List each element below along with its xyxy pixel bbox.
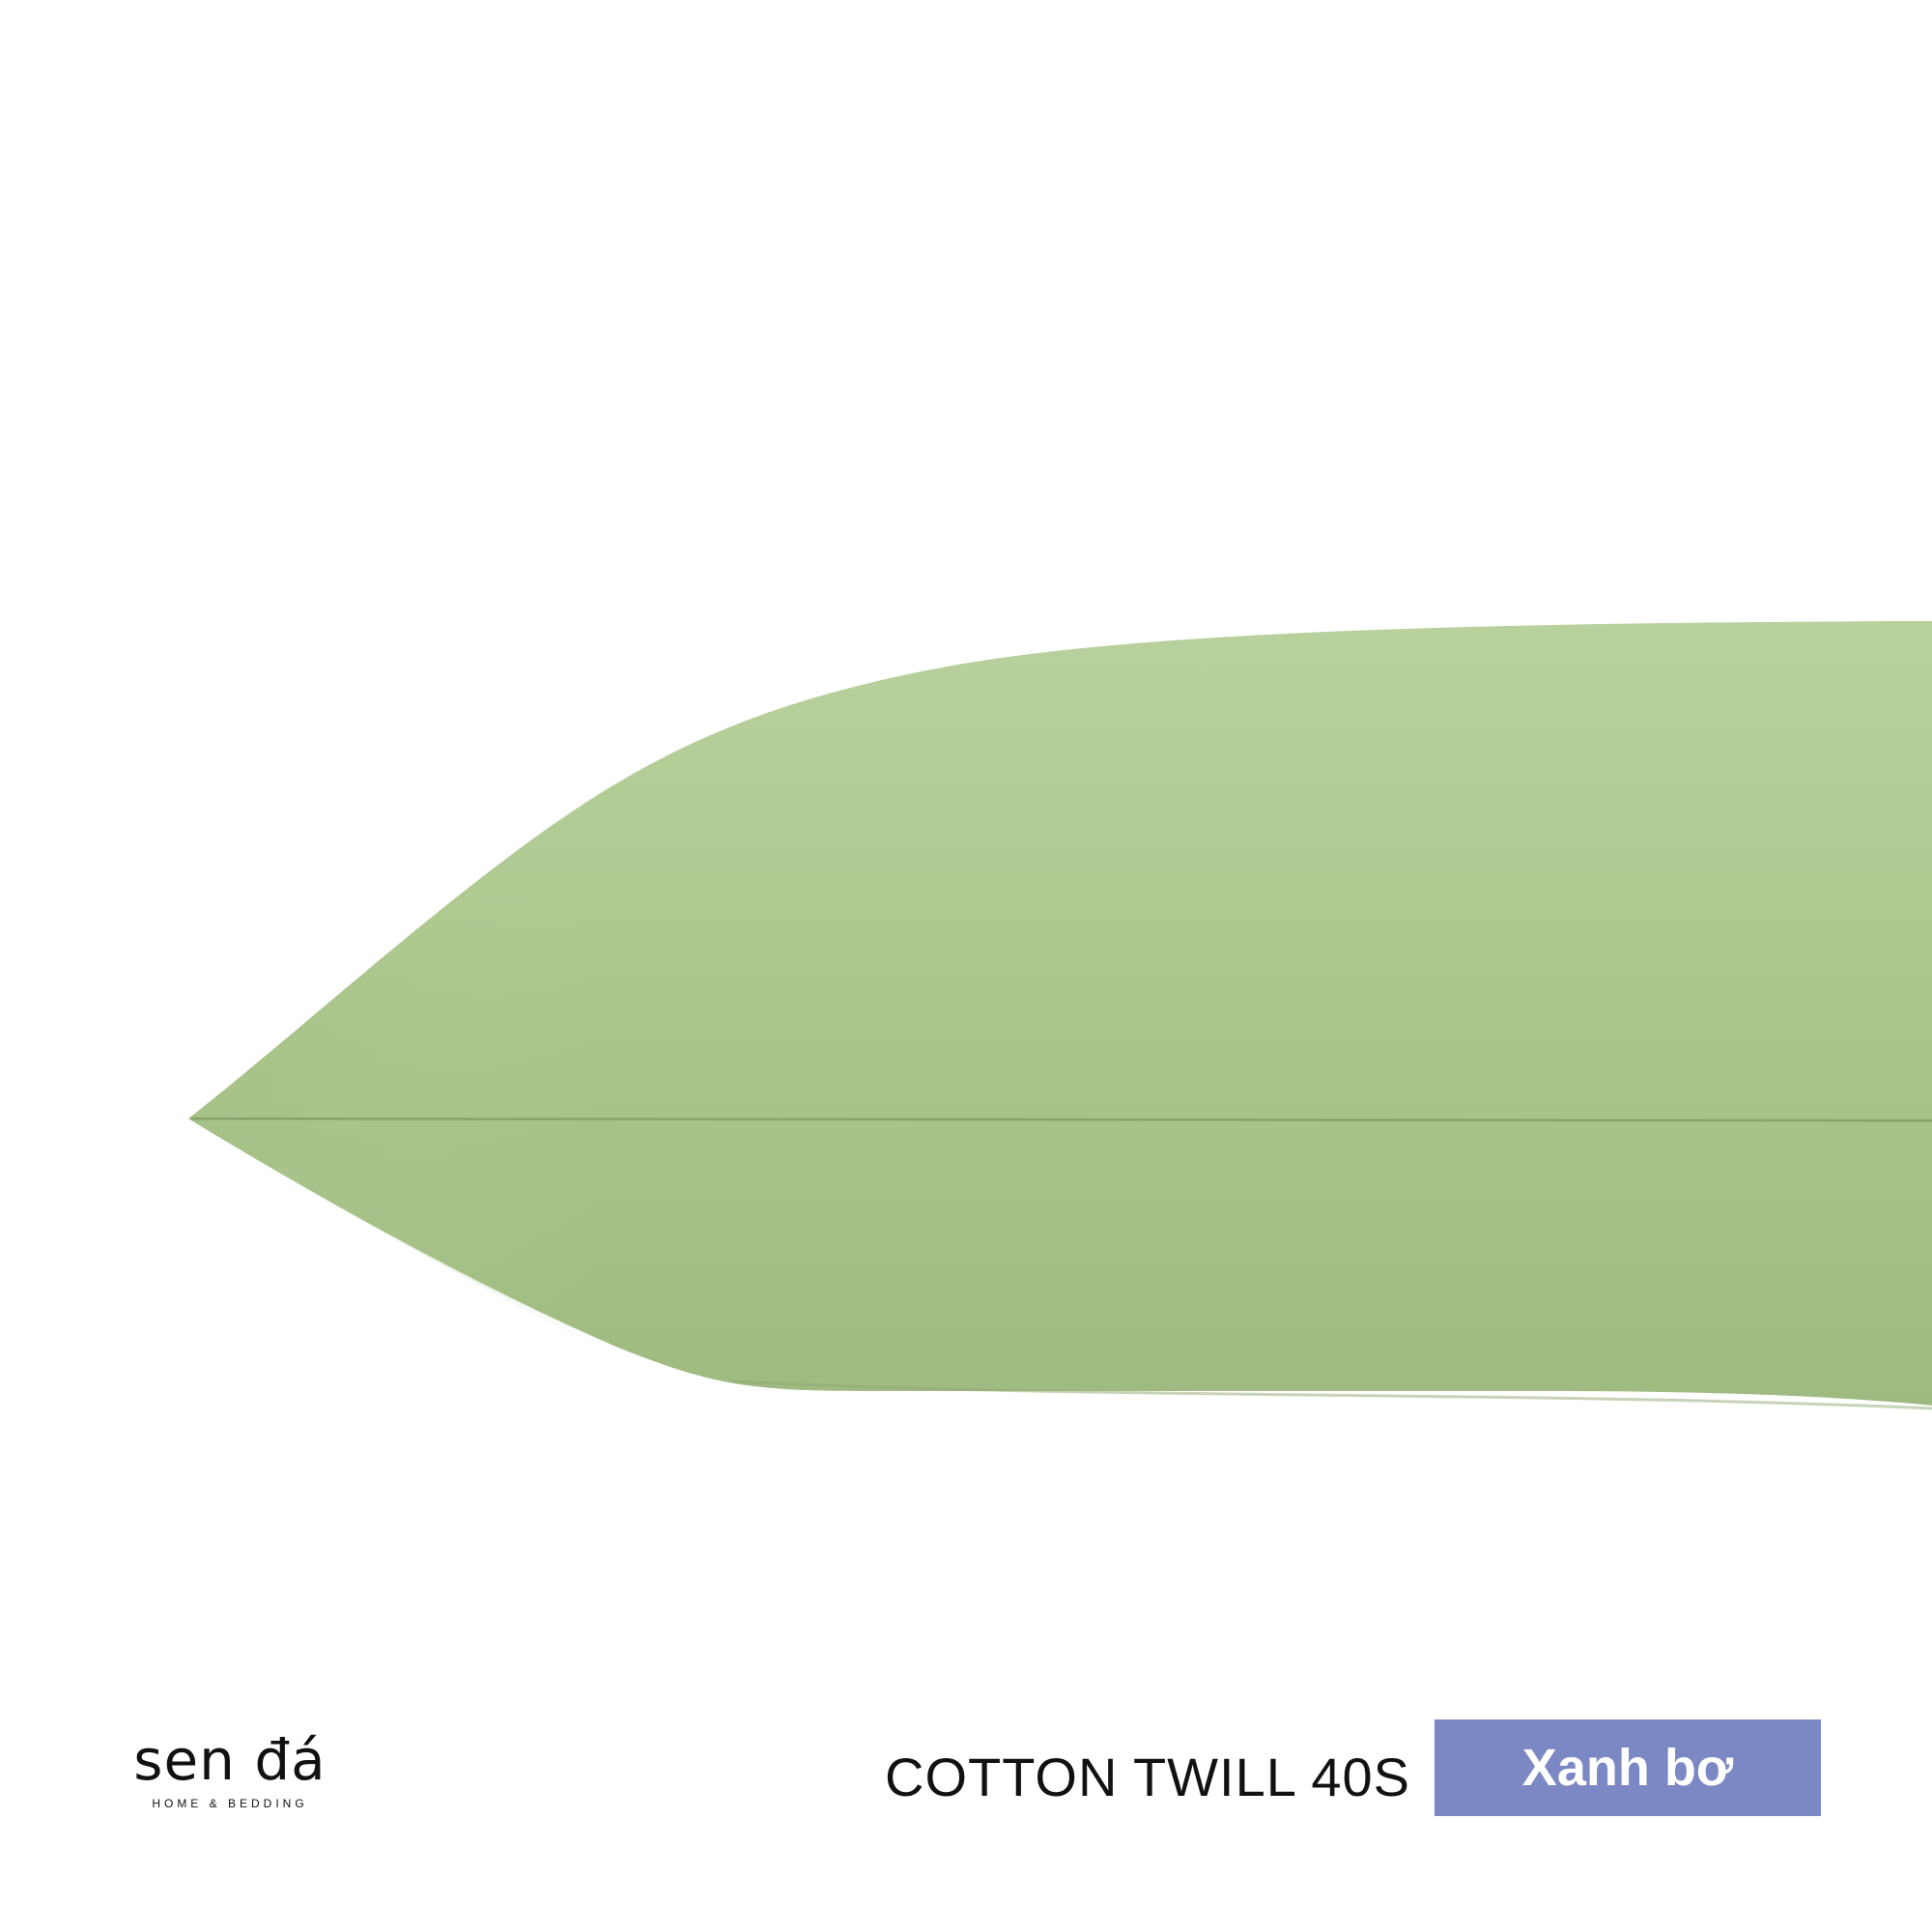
pillow-image [188, 621, 1932, 1410]
brand-tagline: HOME & BEDDING [152, 1797, 308, 1810]
color-badge: Xanh bơ [1435, 1719, 1821, 1816]
product-line-label: COTTON TWILL 40S [885, 1747, 1410, 1807]
product-image: sen đá HOME & BEDDING COTTON TWILL 40S X… [0, 0, 1932, 1932]
pillow-tip-shade [188, 794, 599, 1348]
brand-name: sen đá [133, 1727, 327, 1793]
brand-logo: sen đá HOME & BEDDING [133, 1729, 327, 1810]
color-name: Xanh bơ [1521, 1739, 1734, 1797]
